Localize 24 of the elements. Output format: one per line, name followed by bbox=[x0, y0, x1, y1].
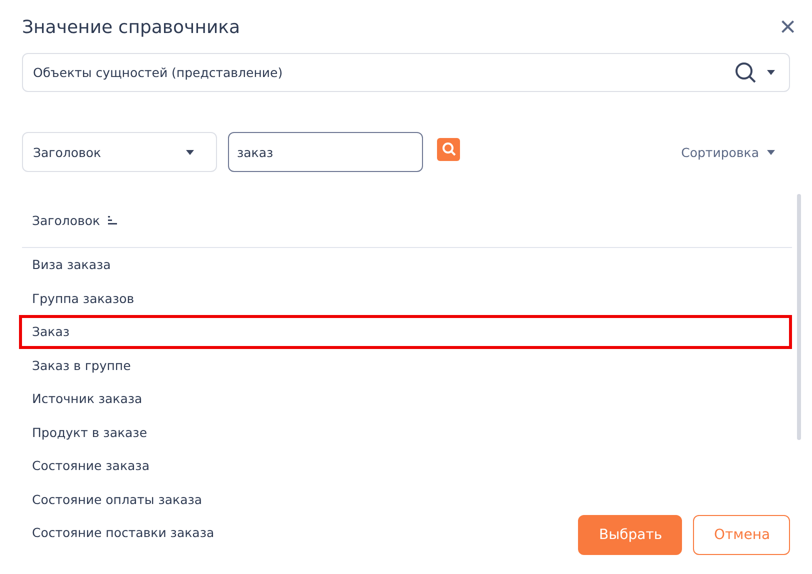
table-row[interactable]: Заказ bbox=[32, 324, 70, 340]
dialog-title: Значение справочника bbox=[22, 16, 240, 38]
caret-icon bbox=[767, 70, 775, 75]
table-row[interactable]: Продукт в заказе bbox=[32, 424, 148, 440]
search-icon bbox=[735, 62, 757, 84]
table-row[interactable]: Состояние заказа bbox=[32, 458, 150, 474]
sort-icon bbox=[108, 216, 118, 225]
column-header[interactable]: Заголовок bbox=[32, 213, 100, 228]
search-button[interactable] bbox=[437, 138, 460, 160]
scrollbar[interactable] bbox=[797, 194, 801, 440]
search-icon bbox=[442, 142, 456, 156]
table-row[interactable]: Состояние поставки заказа bbox=[32, 525, 214, 540]
table-row[interactable]: Состояние оплаты заказа bbox=[32, 492, 202, 507]
table-row[interactable]: Источник заказа bbox=[32, 391, 142, 406]
source-field[interactable]: Объекты сущностей (представление) bbox=[22, 53, 790, 92]
search-field[interactable]: заказ bbox=[228, 132, 423, 172]
caret-icon bbox=[767, 150, 775, 154]
table-row[interactable]: Группа заказов bbox=[32, 290, 134, 306]
sort-button[interactable]: Сортировка bbox=[681, 144, 775, 160]
field-select[interactable]: Заголовок bbox=[22, 132, 217, 172]
close-button[interactable]: × bbox=[780, 13, 796, 41]
table-row[interactable]: Заказ в группе bbox=[32, 358, 131, 373]
caret-icon bbox=[186, 150, 194, 154]
table-row[interactable]: Виза заказа bbox=[32, 257, 111, 272]
